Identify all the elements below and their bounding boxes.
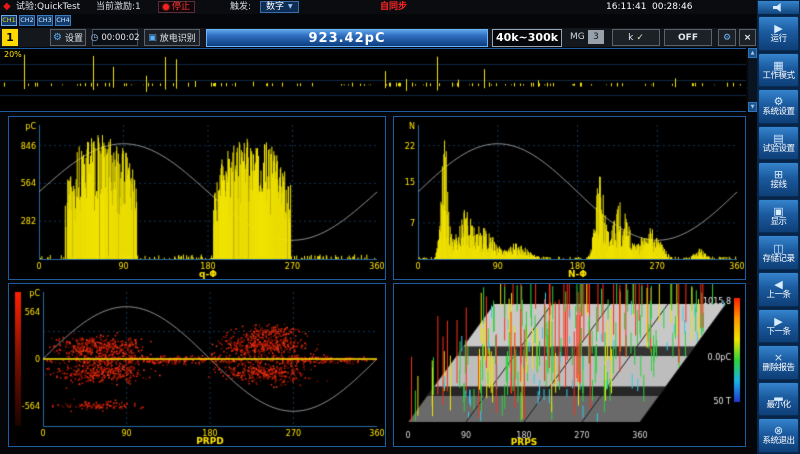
elapsed-timer-display: ◷ 00:00:02 <box>92 29 138 46</box>
sidebar-item-label: 接线 <box>770 181 786 190</box>
delete-icon: × <box>774 352 783 363</box>
prps-panel <box>393 283 746 447</box>
prps-chart-canvas <box>394 284 745 446</box>
brand-logo-icon: ◆ <box>3 1 11 13</box>
discharge-recognition-button[interactable]: ▣ 放电识别 <box>144 29 200 46</box>
prev-icon: ◀ <box>774 279 782 290</box>
plug-icon: ⊞ <box>774 169 783 180</box>
qphi-panel <box>8 116 386 280</box>
channel-ch3-button[interactable]: CH3 <box>37 15 53 26</box>
recognition-icon: ▣ <box>148 33 157 43</box>
volume-button[interactable] <box>757 0 800 15</box>
sidebar-item-next[interactable]: ▶ 下一条 <box>758 309 799 344</box>
recording-indicator-icon <box>163 4 169 10</box>
sidebar-item-work-mode[interactable]: ▦ 工作模式 <box>758 53 799 88</box>
sidebar-item-label: 上一条 <box>766 291 790 300</box>
recognition-label: 放电识别 <box>160 31 196 44</box>
mg-label: MG <box>570 32 585 42</box>
check-icon: ✓ <box>636 33 644 43</box>
clock-time: 16:11:41 <box>606 1 646 13</box>
mg-value-field[interactable]: 3 <box>588 30 604 44</box>
sidebar-item-label: 系统退出 <box>762 437 794 446</box>
scale-percent-label: 20% <box>4 50 22 59</box>
toolbar: 1 ⚙ 设置 ◷ 00:00:02 ▣ 放电识别 923.42pC 40k~30… <box>0 28 757 47</box>
channel-selector: CH1 CH2 CH3 CH4 <box>1 15 71 26</box>
minimize-icon: ▂ <box>774 389 782 400</box>
channel-tab-badge[interactable]: 1 <box>2 29 18 46</box>
grid-icon: ▦ <box>773 60 783 71</box>
panel-settings-button[interactable]: ⚙ <box>718 29 736 46</box>
sidebar-item-prev[interactable]: ◀ 上一条 <box>758 272 799 307</box>
storage-icon: ◫ <box>773 243 783 254</box>
sidebar-item-run[interactable]: ▶ 运行 <box>758 16 799 51</box>
sidebar: ▶ 运行 ▦ 工作模式 ⚙ 系统设置 ▤ 试验设置 ⊞ 接线 ▣ 显示 ◫ 存储… <box>757 0 800 454</box>
gear-icon: ⚙ <box>723 33 731 43</box>
sidebar-item-minimize[interactable]: ▂ 最小化 <box>758 382 799 417</box>
sidebar-item-storage[interactable]: ◫ 存储记录 <box>758 235 799 270</box>
scroll-down-icon[interactable]: ▼ <box>748 102 757 112</box>
k-multiplier-button[interactable]: k ✓ <box>612 29 660 46</box>
sync-mode-label: 自同步 <box>380 1 407 13</box>
sidebar-item-label: 下一条 <box>766 328 790 337</box>
elapsed-time: 00:28:46 <box>652 1 692 13</box>
off-button[interactable]: OFF <box>664 29 712 46</box>
sidebar-item-label: 运行 <box>770 35 786 44</box>
frequency-band-button[interactable]: 40k~300k <box>492 29 562 47</box>
qphi-chart-canvas <box>9 117 385 279</box>
trigger-mode-dropdown[interactable]: 数字 ▼ <box>260 1 299 13</box>
nphi-panel <box>393 116 746 280</box>
sidebar-item-label: 存储记录 <box>762 255 794 264</box>
sidebar-item-exit[interactable]: ⊗ 系统退出 <box>758 418 799 453</box>
timer-value: 00:00:02 <box>101 33 139 43</box>
prpd-chart-canvas <box>9 284 385 446</box>
clock-icon: ◷ <box>90 33 98 43</box>
sidebar-item-system-settings[interactable]: ⚙ 系统设置 <box>758 89 799 124</box>
play-icon: ▶ <box>774 23 782 34</box>
gear-icon: ⚙ <box>53 32 62 43</box>
stop-button[interactable]: 停止 <box>158 1 195 13</box>
settings-label: 设置 <box>65 31 83 44</box>
trigger-mode-value: 数字 <box>266 1 284 13</box>
display-icon: ▣ <box>773 206 783 217</box>
test-name-label: 试验:QuickTest <box>16 1 80 13</box>
chevron-down-icon: ▼ <box>288 1 293 13</box>
channel-ch2-button[interactable]: CH2 <box>19 15 35 26</box>
charge-reading-display: 923.42pC <box>206 29 488 47</box>
k-label: k <box>628 33 633 43</box>
sidebar-item-label: 显示 <box>770 218 786 227</box>
sidebar-item-label: 最小化 <box>766 401 790 410</box>
channel-ch4-button[interactable]: CH4 <box>55 15 71 26</box>
close-button[interactable]: × <box>739 29 756 46</box>
pulse-monitor-strip: 20% <box>0 48 746 112</box>
power-icon: ⊗ <box>774 425 783 436</box>
trigger-label: 触发: <box>230 1 251 13</box>
next-icon: ▶ <box>774 316 782 327</box>
strip-scrollbar[interactable]: ▲ ▼ <box>748 48 757 112</box>
current-excitation-label: 当前激励:1 <box>96 1 141 13</box>
prpd-panel <box>8 283 386 447</box>
sidebar-item-label: 删除报告 <box>762 364 794 373</box>
scroll-up-icon[interactable]: ▲ <box>748 48 757 58</box>
speaker-icon <box>773 3 784 12</box>
settings-button[interactable]: ⚙ 设置 <box>50 29 86 46</box>
top-status-bar: ◆ 试验:QuickTest 当前激励:1 停止 触发: 数字 ▼ 自同步 16… <box>0 0 757 14</box>
stop-label: 停止 <box>172 1 190 13</box>
channel-ch1-button[interactable]: CH1 <box>1 15 17 26</box>
sidebar-item-delete-report[interactable]: × 删除报告 <box>758 345 799 380</box>
nphi-chart-canvas <box>394 117 745 279</box>
document-icon: ▤ <box>773 133 783 144</box>
close-icon: × <box>744 33 752 43</box>
sidebar-item-wiring[interactable]: ⊞ 接线 <box>758 162 799 197</box>
gear-icon: ⚙ <box>774 96 784 107</box>
sidebar-item-label: 试验设置 <box>762 145 794 154</box>
sidebar-item-test-settings[interactable]: ▤ 试验设置 <box>758 126 799 161</box>
sidebar-item-display[interactable]: ▣ 显示 <box>758 199 799 234</box>
sidebar-item-label: 系统设置 <box>762 108 794 117</box>
pulse-strip-canvas <box>0 49 746 111</box>
sidebar-item-label: 工作模式 <box>762 72 794 81</box>
pd-analyzer-window: ◆ 试验:QuickTest 当前激励:1 停止 触发: 数字 ▼ 自同步 16… <box>0 0 800 454</box>
